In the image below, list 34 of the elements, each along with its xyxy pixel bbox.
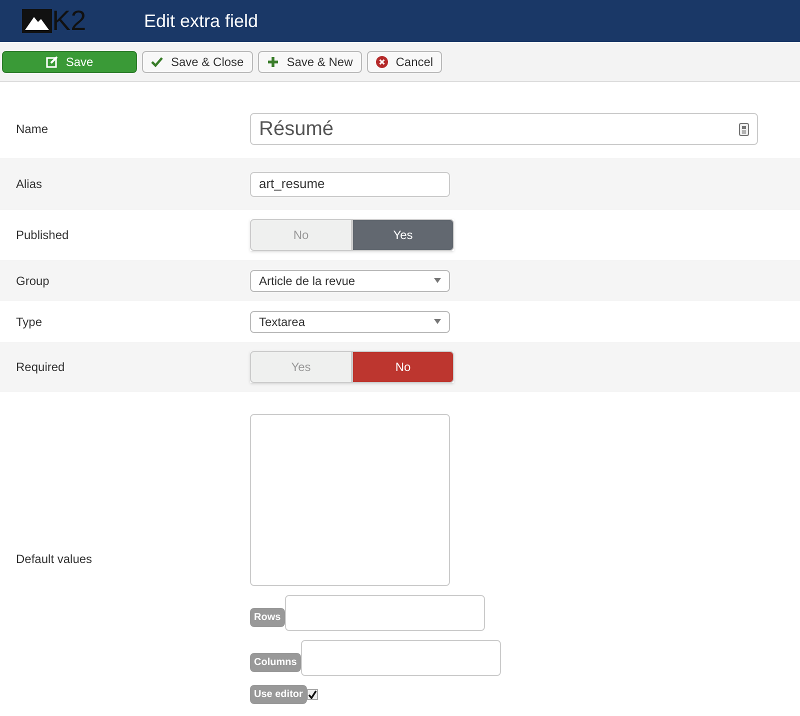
- field-label: Name: [15, 121, 50, 138]
- close-icon: [376, 56, 388, 68]
- save-button[interactable]: Save: [2, 50, 137, 72]
- field-label: Required: [15, 359, 66, 376]
- rows-field[interactable]: [284, 595, 485, 631]
- mountain-logo-icon: [22, 9, 52, 33]
- text-area[interactable]: [250, 414, 450, 586]
- columns-label: Columns: [250, 653, 301, 672]
- caret-icon: [434, 278, 441, 283]
- use-editor-label: Use editor: [250, 685, 307, 704]
- field-label: Default values: [15, 551, 94, 568]
- name-field[interactable]: Résumé: [250, 113, 758, 145]
- field-label: Type: [15, 314, 44, 330]
- field-label: Published: [15, 227, 70, 244]
- dropdown[interactable]: Textarea: [250, 310, 450, 332]
- toolbar-button[interactable]: Cancel: [366, 50, 442, 72]
- toolbar-button[interactable]: Save & Close: [142, 50, 253, 72]
- logo-text: K2: [52, 7, 86, 35]
- toolbar-button[interactable]: Save & New: [258, 50, 362, 72]
- field-label: Alias: [15, 176, 44, 193]
- dropdown[interactable]: Article de la revue: [250, 270, 450, 292]
- toggle-option[interactable]: Yes: [352, 219, 454, 251]
- field-label: Group: [15, 272, 50, 290]
- plus-icon: [266, 56, 279, 68]
- check-icon: [151, 56, 163, 68]
- alias-field[interactable]: art_resume: [250, 172, 450, 196]
- columns-field[interactable]: [300, 640, 501, 676]
- caret-icon: [434, 319, 441, 324]
- page-title: Edit extra field: [144, 10, 258, 32]
- contact-card-icon: [739, 122, 749, 136]
- edit-icon: [46, 56, 58, 68]
- rows-label: Rows: [250, 608, 285, 627]
- toggle-option[interactable]: No: [352, 351, 454, 383]
- checkbox[interactable]: [306, 689, 318, 700]
